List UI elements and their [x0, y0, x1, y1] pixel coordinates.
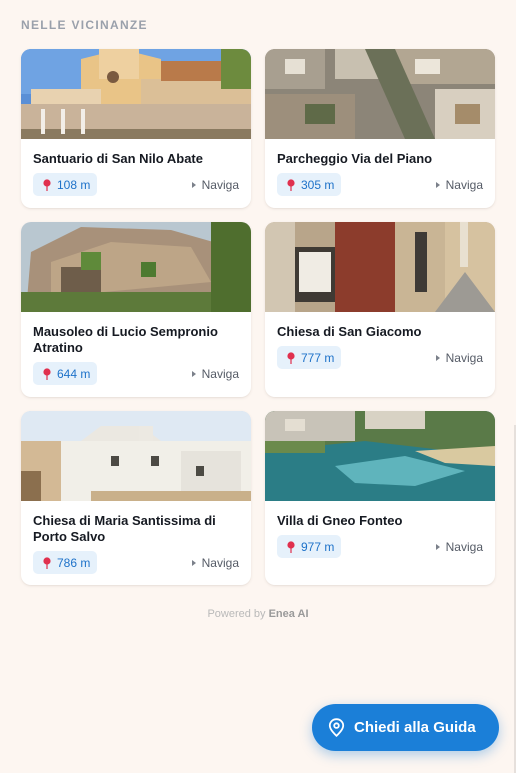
- navigate-label: Naviga: [201, 555, 239, 570]
- distance-value: 644 m: [57, 366, 91, 381]
- ask-guide-label: Chiedi alla Guida: [354, 719, 476, 736]
- place-photo: [21, 49, 251, 139]
- distance-value: 786 m: [57, 555, 91, 570]
- place-card-mausoleo-atratino[interactable]: Mausoleo di Lucio Sempronio Atratino 644…: [21, 222, 251, 397]
- navigate-button[interactable]: Naviga: [435, 539, 483, 554]
- powered-by-brand: Enea AI: [268, 608, 309, 620]
- play-triangle-icon: [435, 181, 440, 188]
- place-card-santuario-san-nilo[interactable]: Santuario di San Nilo Abate 108 m Naviga: [21, 49, 251, 208]
- distance-badge: 644 m: [33, 362, 98, 385]
- place-photo: [265, 49, 495, 139]
- navigate-label: Naviga: [445, 177, 483, 192]
- distance-value: 108 m: [57, 177, 91, 192]
- powered-by: Powered by Enea AI: [0, 608, 516, 620]
- place-card-chiesa-porto-salvo[interactable]: Chiesa di Maria Santissima di Porto Salv…: [21, 411, 251, 585]
- distance-badge: 108 m: [33, 173, 98, 196]
- navigate-button[interactable]: Naviga: [435, 177, 483, 192]
- powered-by-prefix: Powered by: [207, 608, 266, 620]
- play-triangle-icon: [435, 543, 440, 550]
- place-name: Chiesa di San Giacomo: [277, 324, 422, 339]
- distance-value: 977 m: [301, 539, 335, 554]
- place-name: Parcheggio Via del Piano: [277, 151, 433, 166]
- place-name: Chiesa di Maria Santissima di Porto Salv…: [33, 513, 216, 544]
- play-triangle-icon: [191, 370, 196, 377]
- distance-badge: 777 m: [277, 346, 342, 369]
- navigate-button[interactable]: Naviga: [191, 555, 239, 570]
- navigate-button[interactable]: Naviga: [435, 350, 483, 365]
- navigate-label: Naviga: [445, 350, 483, 365]
- ask-guide-button[interactable]: Chiedi alla Guida: [312, 704, 499, 751]
- map-pin-icon: [287, 178, 295, 191]
- place-name: Santuario di San Nilo Abate: [33, 151, 203, 166]
- play-triangle-icon: [435, 354, 440, 361]
- distance-badge: 305 m: [277, 173, 342, 196]
- navigate-label: Naviga: [445, 539, 483, 554]
- navigate-label: Naviga: [201, 366, 239, 381]
- place-card-villa-gneo-fonteo[interactable]: Villa di Gneo Fonteo 977 m Naviga: [265, 411, 495, 585]
- section-title: NELLE VICINANZE: [21, 18, 148, 32]
- distance-badge: 786 m: [33, 551, 98, 574]
- place-name: Mausoleo di Lucio Sempronio Atratino: [33, 324, 218, 355]
- place-photo: [265, 222, 495, 312]
- map-pin-icon: [287, 540, 295, 553]
- distance-badge: 977 m: [277, 535, 342, 558]
- navigate-button[interactable]: Naviga: [191, 366, 239, 381]
- navigate-button[interactable]: Naviga: [191, 177, 239, 192]
- place-card-chiesa-san-giacomo[interactable]: Chiesa di San Giacomo 777 m Naviga: [265, 222, 495, 397]
- place-photo: [21, 411, 251, 501]
- map-pin-icon: [43, 367, 51, 380]
- distance-value: 777 m: [301, 350, 335, 365]
- navigate-label: Naviga: [201, 177, 239, 192]
- map-pin-icon: [43, 178, 51, 191]
- place-card-parcheggio-via-del-piano[interactable]: Parcheggio Via del Piano 305 m Naviga: [265, 49, 495, 208]
- distance-value: 305 m: [301, 177, 335, 192]
- play-triangle-icon: [191, 559, 196, 566]
- map-pin-icon: [43, 556, 51, 569]
- place-photo: [265, 411, 495, 501]
- location-pin-icon: [328, 718, 345, 737]
- place-photo: [21, 222, 251, 312]
- play-triangle-icon: [191, 181, 196, 188]
- map-pin-icon: [287, 351, 295, 364]
- place-name: Villa di Gneo Fonteo: [277, 513, 403, 528]
